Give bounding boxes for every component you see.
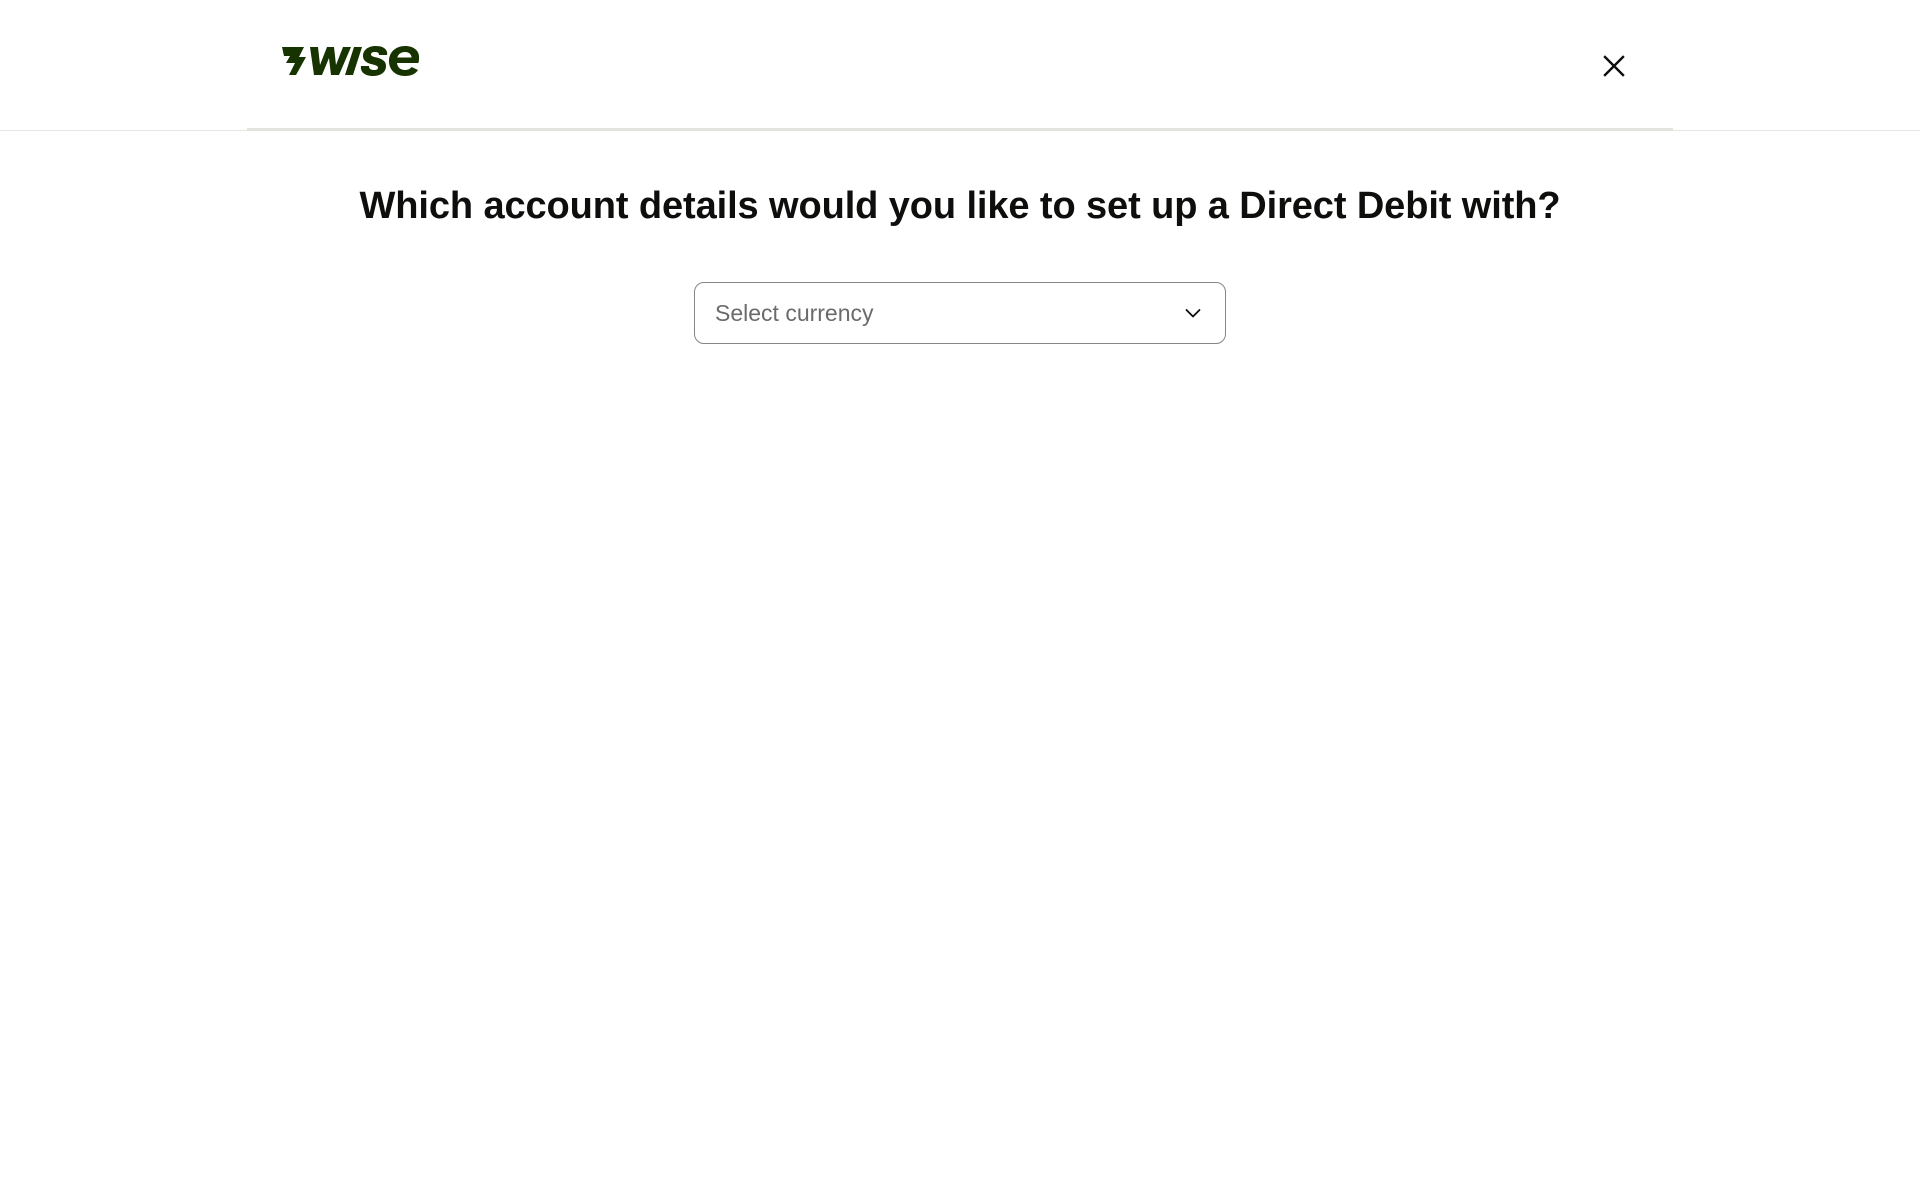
page-title: Which account details would you like to … — [359, 185, 1561, 227]
top-header — [0, 0, 1920, 131]
header-divider — [247, 128, 1673, 131]
wise-logo[interactable] — [280, 43, 422, 77]
close-button[interactable] — [1593, 45, 1635, 87]
wise-logo-mark — [282, 46, 420, 76]
currency-select-placeholder: Select currency — [715, 299, 874, 326]
close-icon — [1603, 55, 1625, 77]
page: Which account details would you like to … — [0, 0, 1920, 1200]
chevron-down-icon — [1181, 301, 1205, 325]
currency-select[interactable]: Select currency — [694, 282, 1226, 344]
